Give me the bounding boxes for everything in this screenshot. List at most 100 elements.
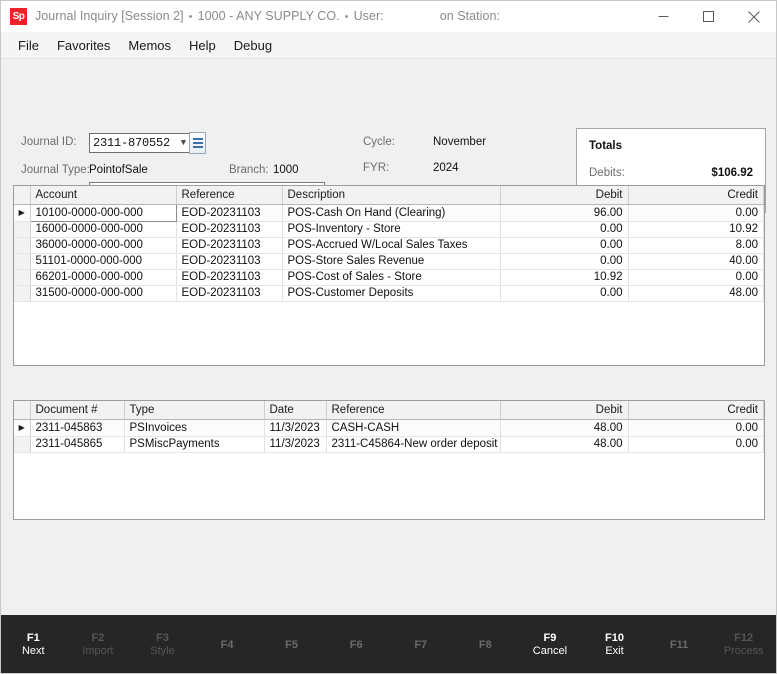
cell-debit[interactable]: 0.00 bbox=[500, 237, 629, 254]
journal-id-combo[interactable]: 2311-870552 ▼ bbox=[89, 133, 193, 153]
cell-reference[interactable]: EOD-20231103 bbox=[176, 204, 283, 222]
column-header-credit[interactable]: Credit bbox=[628, 401, 764, 420]
cell-credit[interactable]: 0.00 bbox=[628, 269, 764, 286]
table-header-row: Account Reference Description Debit Cred… bbox=[14, 186, 764, 205]
row-selector[interactable] bbox=[14, 436, 31, 453]
minimize-button[interactable] bbox=[641, 1, 686, 32]
cell-debit[interactable]: 10.92 bbox=[500, 269, 629, 286]
cell-account[interactable]: 66201-0000-000-000 bbox=[30, 269, 177, 286]
menu-item-file[interactable]: File bbox=[9, 34, 48, 57]
cell-credit[interactable]: 8.00 bbox=[628, 237, 764, 254]
cell-credit[interactable]: 0.00 bbox=[628, 419, 764, 437]
cell-reference[interactable]: EOD-20231103 bbox=[176, 269, 283, 286]
cell-reference[interactable]: EOD-20231103 bbox=[176, 253, 283, 270]
function-key-f5[interactable]: F5 bbox=[259, 637, 324, 652]
function-key-f2[interactable]: F2 Import bbox=[66, 630, 131, 658]
cell-document[interactable]: 2311-045865 bbox=[30, 436, 125, 453]
function-key-f11[interactable]: F11 bbox=[647, 637, 712, 652]
fn-key-label: F8 bbox=[478, 638, 492, 651]
column-header-reference[interactable]: Reference bbox=[176, 186, 283, 205]
cell-reference[interactable]: 2311-C45864-New order deposit bbox=[326, 436, 501, 453]
row-selector[interactable] bbox=[14, 237, 31, 254]
function-key-f7[interactable]: F7 bbox=[388, 637, 453, 652]
cell-credit[interactable]: 0.00 bbox=[628, 204, 764, 222]
column-header-reference[interactable]: Reference bbox=[326, 401, 501, 420]
cell-account[interactable]: 10100-0000-000-000 bbox=[29, 203, 177, 222]
table-row[interactable]: 51101-0000-000-000 EOD-20231103 POS-Stor… bbox=[14, 253, 764, 270]
table-row[interactable]: 2311-045865 PSMiscPayments 11/3/2023 231… bbox=[14, 436, 764, 453]
cell-debit[interactable]: 96.00 bbox=[500, 204, 629, 222]
cell-credit[interactable]: 48.00 bbox=[628, 285, 764, 302]
cell-date[interactable]: 11/3/2023 bbox=[264, 436, 327, 453]
cell-credit[interactable]: 10.92 bbox=[628, 221, 764, 238]
function-key-f10[interactable]: F10 Exit bbox=[582, 630, 647, 658]
menu-item-memos[interactable]: Memos bbox=[119, 34, 180, 57]
window-title: Journal Inquiry [Session 2] • 1000 - ANY S… bbox=[35, 9, 500, 23]
function-key-f6[interactable]: F6 bbox=[324, 637, 389, 652]
journal-list-button[interactable] bbox=[189, 132, 206, 154]
row-selector[interactable] bbox=[14, 285, 31, 302]
cell-debit[interactable]: 0.00 bbox=[500, 221, 629, 238]
cell-debit[interactable]: 48.00 bbox=[500, 436, 629, 453]
cell-type[interactable]: PSInvoices bbox=[124, 419, 265, 437]
cell-account[interactable]: 51101-0000-000-000 bbox=[30, 253, 177, 270]
journal-lines-grid[interactable]: Account Reference Description Debit Cred… bbox=[13, 185, 765, 366]
menu-item-favorites[interactable]: Favorites bbox=[48, 34, 119, 57]
menu-item-debug[interactable]: Debug bbox=[225, 34, 281, 57]
cell-type[interactable]: PSMiscPayments bbox=[124, 436, 265, 453]
function-key-f4[interactable]: F4 bbox=[195, 637, 260, 652]
function-key-f1[interactable]: F1 Next bbox=[1, 630, 66, 658]
row-selector[interactable]: ▶ bbox=[14, 419, 31, 437]
column-header-credit[interactable]: Credit bbox=[628, 186, 764, 205]
row-selector[interactable] bbox=[14, 269, 31, 286]
cell-description[interactable]: POS-Cash On Hand (Clearing) bbox=[282, 204, 501, 222]
cell-debit[interactable]: 0.00 bbox=[500, 253, 629, 270]
close-button[interactable] bbox=[731, 1, 776, 32]
cell-description[interactable]: POS-Inventory - Store bbox=[282, 221, 501, 238]
function-key-f12[interactable]: F12 Process bbox=[711, 630, 776, 658]
table-row[interactable]: 36000-0000-000-000 EOD-20231103 POS-Accr… bbox=[14, 237, 764, 254]
menu-item-help[interactable]: Help bbox=[180, 34, 225, 57]
table-row[interactable]: 16000-0000-000-000 EOD-20231103 POS-Inve… bbox=[14, 221, 764, 238]
column-header-debit[interactable]: Debit bbox=[500, 186, 629, 205]
cell-reference[interactable]: EOD-20231103 bbox=[176, 221, 283, 238]
cell-credit[interactable]: 40.00 bbox=[628, 253, 764, 270]
cell-date[interactable]: 11/3/2023 bbox=[264, 419, 327, 437]
column-header-date[interactable]: Date bbox=[264, 401, 327, 420]
cell-description[interactable]: POS-Customer Deposits bbox=[282, 285, 501, 302]
maximize-button[interactable] bbox=[686, 1, 731, 32]
cell-description[interactable]: POS-Cost of Sales - Store bbox=[282, 269, 501, 286]
table-row[interactable]: ▶ 10100-0000-000-000 EOD-20231103 POS-Ca… bbox=[14, 203, 764, 222]
column-header-account[interactable]: Account bbox=[30, 186, 177, 205]
cell-debit[interactable]: 0.00 bbox=[500, 285, 629, 302]
fn-key-label: F2 bbox=[91, 632, 105, 644]
cell-description[interactable]: POS-Accrued W/Local Sales Taxes bbox=[282, 237, 501, 254]
cell-description[interactable]: POS-Store Sales Revenue bbox=[282, 253, 501, 270]
table-row[interactable]: 31500-0000-000-000 EOD-20231103 POS-Cust… bbox=[14, 285, 764, 302]
column-header-debit[interactable]: Debit bbox=[500, 401, 629, 420]
cell-reference[interactable]: CASH-CASH bbox=[326, 419, 501, 437]
cell-account[interactable]: 31500-0000-000-000 bbox=[30, 285, 177, 302]
function-key-f9[interactable]: F9 Cancel bbox=[518, 630, 583, 658]
row-selector[interactable]: ▶ bbox=[14, 204, 31, 222]
function-key-f8[interactable]: F8 bbox=[453, 637, 518, 652]
column-header-type[interactable]: Type bbox=[124, 401, 265, 420]
row-selector[interactable] bbox=[14, 221, 31, 238]
column-header-document[interactable]: Document # bbox=[30, 401, 125, 420]
cell-credit[interactable]: 0.00 bbox=[628, 436, 764, 453]
cell-document[interactable]: 2311-045863 bbox=[30, 419, 125, 437]
column-header-description[interactable]: Description bbox=[282, 186, 501, 205]
title-separator-2: • bbox=[344, 11, 349, 23]
cell-debit[interactable]: 48.00 bbox=[500, 419, 629, 437]
cell-reference[interactable]: EOD-20231103 bbox=[176, 237, 283, 254]
table-row[interactable]: ▶ 2311-045863 PSInvoices 11/3/2023 CASH-… bbox=[14, 419, 764, 437]
cell-account[interactable]: 36000-0000-000-000 bbox=[30, 237, 177, 254]
row-selector[interactable] bbox=[14, 253, 31, 270]
table-row[interactable]: 66201-0000-000-000 EOD-20231103 POS-Cost… bbox=[14, 269, 764, 286]
cycle-label: Cycle: bbox=[363, 136, 395, 148]
cell-reference[interactable]: EOD-20231103 bbox=[176, 285, 283, 302]
cell-account[interactable]: 16000-0000-000-000 bbox=[30, 221, 177, 238]
function-key-f3[interactable]: F3 Style bbox=[130, 630, 195, 658]
documents-grid[interactable]: Document # Type Date Reference Debit Cre… bbox=[13, 400, 765, 520]
totals-debits-value: $106.92 bbox=[711, 167, 753, 179]
